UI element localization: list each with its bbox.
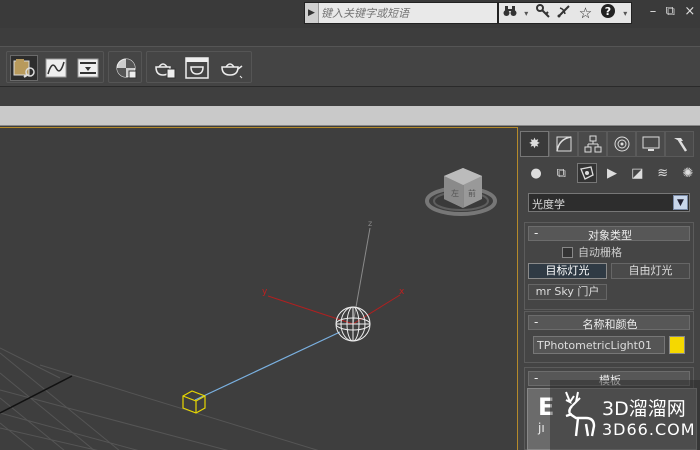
object-name-field[interactable] [533,336,665,354]
chevron-down-icon[interactable]: ▼ [673,195,688,210]
helper-icon: ◪ [631,165,644,181]
lights-button[interactable] [576,163,597,183]
object-type-rollout-header[interactable]: - 对象类型 [528,226,690,242]
x-axis-line [352,294,401,325]
spacewarps-button[interactable]: ≋ [653,163,673,183]
infocenter-toolbar: ▾ ☆ ? ▾ [498,2,632,24]
material-editor-icon [116,58,137,79]
geometry-button[interactable]: ● [526,163,546,183]
search-expand-button[interactable]: ▶ [305,3,319,23]
watermark-url: 3D66.COM [602,420,696,439]
curve-editor-icon [45,58,67,78]
camera-icon: ▶ [606,165,617,181]
viewcube-front-label: 前 [468,188,476,198]
spacewarp-icon: ≋ [657,165,669,181]
hierarchy-tab[interactable] [578,131,607,157]
minimize-button[interactable]: – [650,4,657,22]
category-dropdown[interactable]: 光度学 ▼ [528,193,690,212]
rendered-frame-window-button[interactable] [183,55,211,81]
dope-sheet-button[interactable] [74,55,102,81]
render-setup-teapot-icon [155,63,176,79]
display-icon [642,136,659,151]
motion-tab[interactable] [607,131,636,157]
display-tab[interactable] [636,131,665,157]
ribbon-strip [0,86,700,106]
auto-grid-label: 自动栅格 [578,246,622,259]
auto-grid-checkbox-row: 自动栅格 [562,244,622,260]
target-light-button[interactable]: 目标灯光 [528,263,607,279]
modify-tab[interactable] [549,131,578,157]
dropdown-chevron-icon[interactable]: ▾ [524,9,528,18]
create-tab[interactable]: ✸ [520,131,549,157]
watermark-brand: 3D溜溜网 [602,398,686,420]
rendered-frame-icon [185,57,209,79]
create-icon: ✸ [528,136,541,152]
photometric-light-sphere [335,306,371,342]
toolbar-group-2 [108,51,142,83]
toolbar-group-1 [6,51,104,83]
sphere-icon: ● [530,165,542,181]
svg-text:?: ? [605,5,611,18]
watermark: 3D溜溜网 3D66.COM [550,380,700,450]
cameras-button[interactable]: ▶ [602,163,622,183]
object-type-title: 对象类型 [588,229,632,242]
help-dropdown-chevron-icon[interactable]: ▾ [623,9,627,18]
help-icon[interactable]: ? [600,3,616,23]
object-color-swatch[interactable] [669,336,685,354]
render-setup-button[interactable] [150,55,178,81]
deer-logo-icon [565,391,596,437]
template-preview-subtext: jı [538,421,545,435]
utilities-tab[interactable] [665,131,694,157]
viewport-scene: z y x 左 前 [0,168,497,450]
title-bar: ▶ ▾ ☆ ? ▾ – ⧉ × [0,0,700,28]
category-dropdown-value: 光度学 [532,198,565,211]
window-controls: – ⧉ × [645,4,700,22]
z-axis-label: z [368,219,372,228]
systems-button[interactable]: ✺ [678,163,698,183]
y-axis-label: y [262,287,268,297]
hierarchy-icon [584,135,601,153]
close-button[interactable]: × [684,4,695,22]
mr-sky-portal-button[interactable]: mr Sky 门户 [528,284,607,300]
viewport-label-strip [0,106,700,126]
toolbar-group-3 [146,51,252,83]
star-icon[interactable]: ☆ [579,4,592,22]
curve-editor-button[interactable] [42,55,70,81]
free-light-button[interactable]: 自由灯光 [611,263,690,279]
shapes-icon: ⧉ [556,165,566,181]
systems-gear-icon: ✺ [682,165,694,181]
light-target-line [194,331,341,401]
scene-explorer-button[interactable] [10,55,38,81]
command-panel-tabs: ✸ [520,131,698,157]
viewcube-left-label: 左 [451,188,459,198]
main-toolbar [0,46,700,86]
search-input[interactable] [321,5,491,21]
key-icon[interactable] [535,4,550,22]
x-axis-label: x [399,287,405,297]
dope-sheet-icon [77,58,99,78]
motion-icon [614,136,629,152]
hammer-icon [673,138,687,152]
material-editor-button[interactable] [112,55,140,81]
binoculars-icon[interactable] [503,5,517,21]
name-color-rollout-header[interactable]: - 名称和颜色 [528,315,690,331]
modify-icon [555,136,571,152]
name-color-title: 名称和颜色 [582,318,638,331]
search-box: ▶ [304,2,498,24]
render-teapot-icon [221,63,243,79]
viewcube[interactable]: 左 前 [425,168,497,216]
satellite-icon[interactable] [557,4,571,22]
shapes-button[interactable]: ⧉ [551,163,571,183]
light-target-box [182,390,206,414]
render-production-button[interactable] [217,55,245,81]
light-icon [579,166,594,180]
create-subcategory-icons: ● ⧉ ▶ ◪ ≋ ✺ [526,163,698,185]
auto-grid-checkbox[interactable] [562,246,573,258]
scene-explorer-icon [13,59,35,78]
perspective-viewport[interactable]: z y x 左 前 [0,127,518,450]
helpers-button[interactable]: ◪ [627,163,647,183]
restore-button[interactable]: ⧉ [666,4,675,22]
